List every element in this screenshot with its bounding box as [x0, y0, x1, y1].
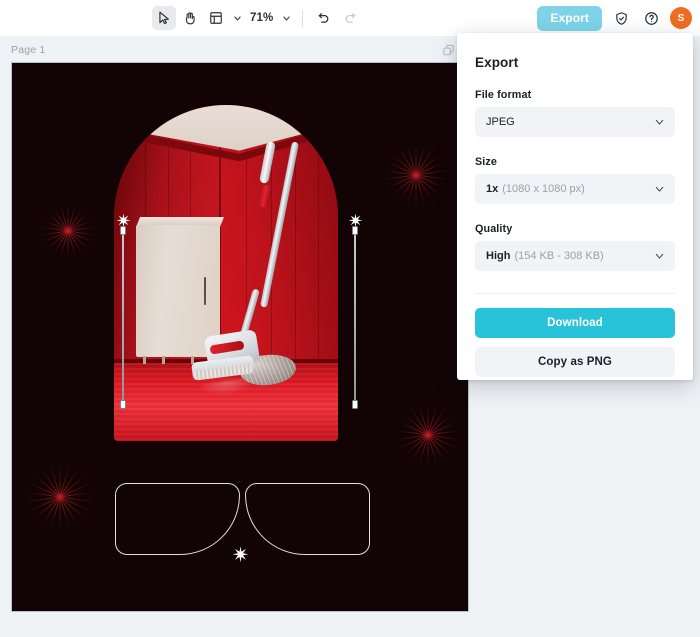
layout-tool[interactable]: [204, 6, 228, 30]
chevron-down-icon: [233, 15, 241, 21]
file-format-chevron: [654, 117, 665, 128]
select-tool[interactable]: [152, 6, 176, 30]
firework-burst-topright: [384, 143, 448, 207]
chevron-down-icon: [655, 119, 664, 125]
sparkle-icon: [232, 546, 249, 563]
file-format-label: File format: [475, 89, 532, 101]
copy-icon: [443, 44, 454, 55]
firework-burst-midright: [396, 403, 460, 467]
page-header-row: Page 1: [0, 36, 468, 63]
zoom-level-value[interactable]: 71%: [246, 12, 277, 24]
file-format-select[interactable]: JPEG: [475, 107, 675, 137]
size-chevron: [654, 184, 665, 195]
cursor-arrow-icon: [159, 11, 169, 25]
quality-value-filesize: (154 KB - 308 KB): [514, 250, 604, 262]
page-title: Page 1: [11, 43, 46, 56]
quality-value-level: High: [486, 250, 511, 262]
undo-icon: [319, 13, 329, 23]
help-button[interactable]: [640, 7, 662, 29]
copy-as-png-button[interactable]: Copy as PNG: [475, 347, 675, 377]
room-arch-illustration: [114, 105, 338, 441]
quality-chevron: [654, 251, 665, 262]
selection-handle-bottom-right[interactable]: [352, 400, 358, 409]
redo-icon: [346, 13, 356, 23]
quality-label: Quality: [475, 223, 513, 235]
hand-icon: [185, 12, 195, 25]
download-button[interactable]: Download: [475, 308, 675, 338]
size-select[interactable]: 1x (1080 x 1080 px): [475, 174, 675, 204]
size-value-dimensions: (1080 x 1080 px): [502, 183, 585, 195]
export-button[interactable]: Export: [537, 5, 602, 31]
chevron-down-icon: [283, 15, 290, 21]
artwork: [12, 63, 468, 611]
selection-handle-top-left[interactable]: [120, 226, 126, 235]
toolbar-divider: [302, 9, 304, 27]
redo-button[interactable]: [338, 6, 362, 30]
toolbar-center-group: 71%: [152, 0, 362, 36]
firework-burst-left: [40, 203, 96, 259]
selection-handle-line-left[interactable]: [122, 230, 124, 404]
duplicate-page-icon[interactable]: [442, 43, 455, 56]
zoom-dropdown-chevron[interactable]: [279, 7, 293, 29]
design-canvas[interactable]: [11, 62, 469, 612]
user-avatar[interactable]: S: [670, 7, 692, 29]
export-panel-title: Export: [475, 55, 519, 70]
undo-button[interactable]: [312, 6, 336, 30]
toolbar-right-group: Export S: [537, 0, 692, 36]
hand-tool[interactable]: [178, 6, 202, 30]
rounded-shape-right[interactable]: [245, 483, 370, 555]
help-circle-icon: [644, 11, 658, 25]
firework-burst-bottomleft: [26, 463, 94, 531]
shield-check-icon: [615, 11, 627, 25]
selection-handle-bottom-left[interactable]: [120, 400, 126, 409]
panel-divider: [475, 293, 675, 294]
export-panel: Export File format JPEG Size 1x (1080 x …: [457, 33, 693, 380]
top-toolbar: 71% Export S: [0, 0, 700, 36]
layout-dropdown-chevron[interactable]: [230, 7, 244, 29]
chevron-down-icon: [655, 186, 664, 192]
shield-button[interactable]: [610, 7, 632, 29]
size-label: Size: [475, 156, 498, 168]
layout-grid-icon: [210, 12, 222, 24]
quality-select[interactable]: High (154 KB - 308 KB): [475, 241, 675, 271]
sparkle-star-bottom: [232, 546, 249, 568]
file-format-value: JPEG: [486, 116, 515, 128]
rounded-shape-left[interactable]: [115, 483, 240, 555]
cabinet-handle: [203, 277, 206, 305]
size-value-multiplier: 1x: [486, 183, 499, 195]
chevron-down-icon: [655, 253, 664, 259]
selection-handle-line-right[interactable]: [354, 230, 356, 404]
selection-handle-top-right[interactable]: [352, 226, 358, 235]
